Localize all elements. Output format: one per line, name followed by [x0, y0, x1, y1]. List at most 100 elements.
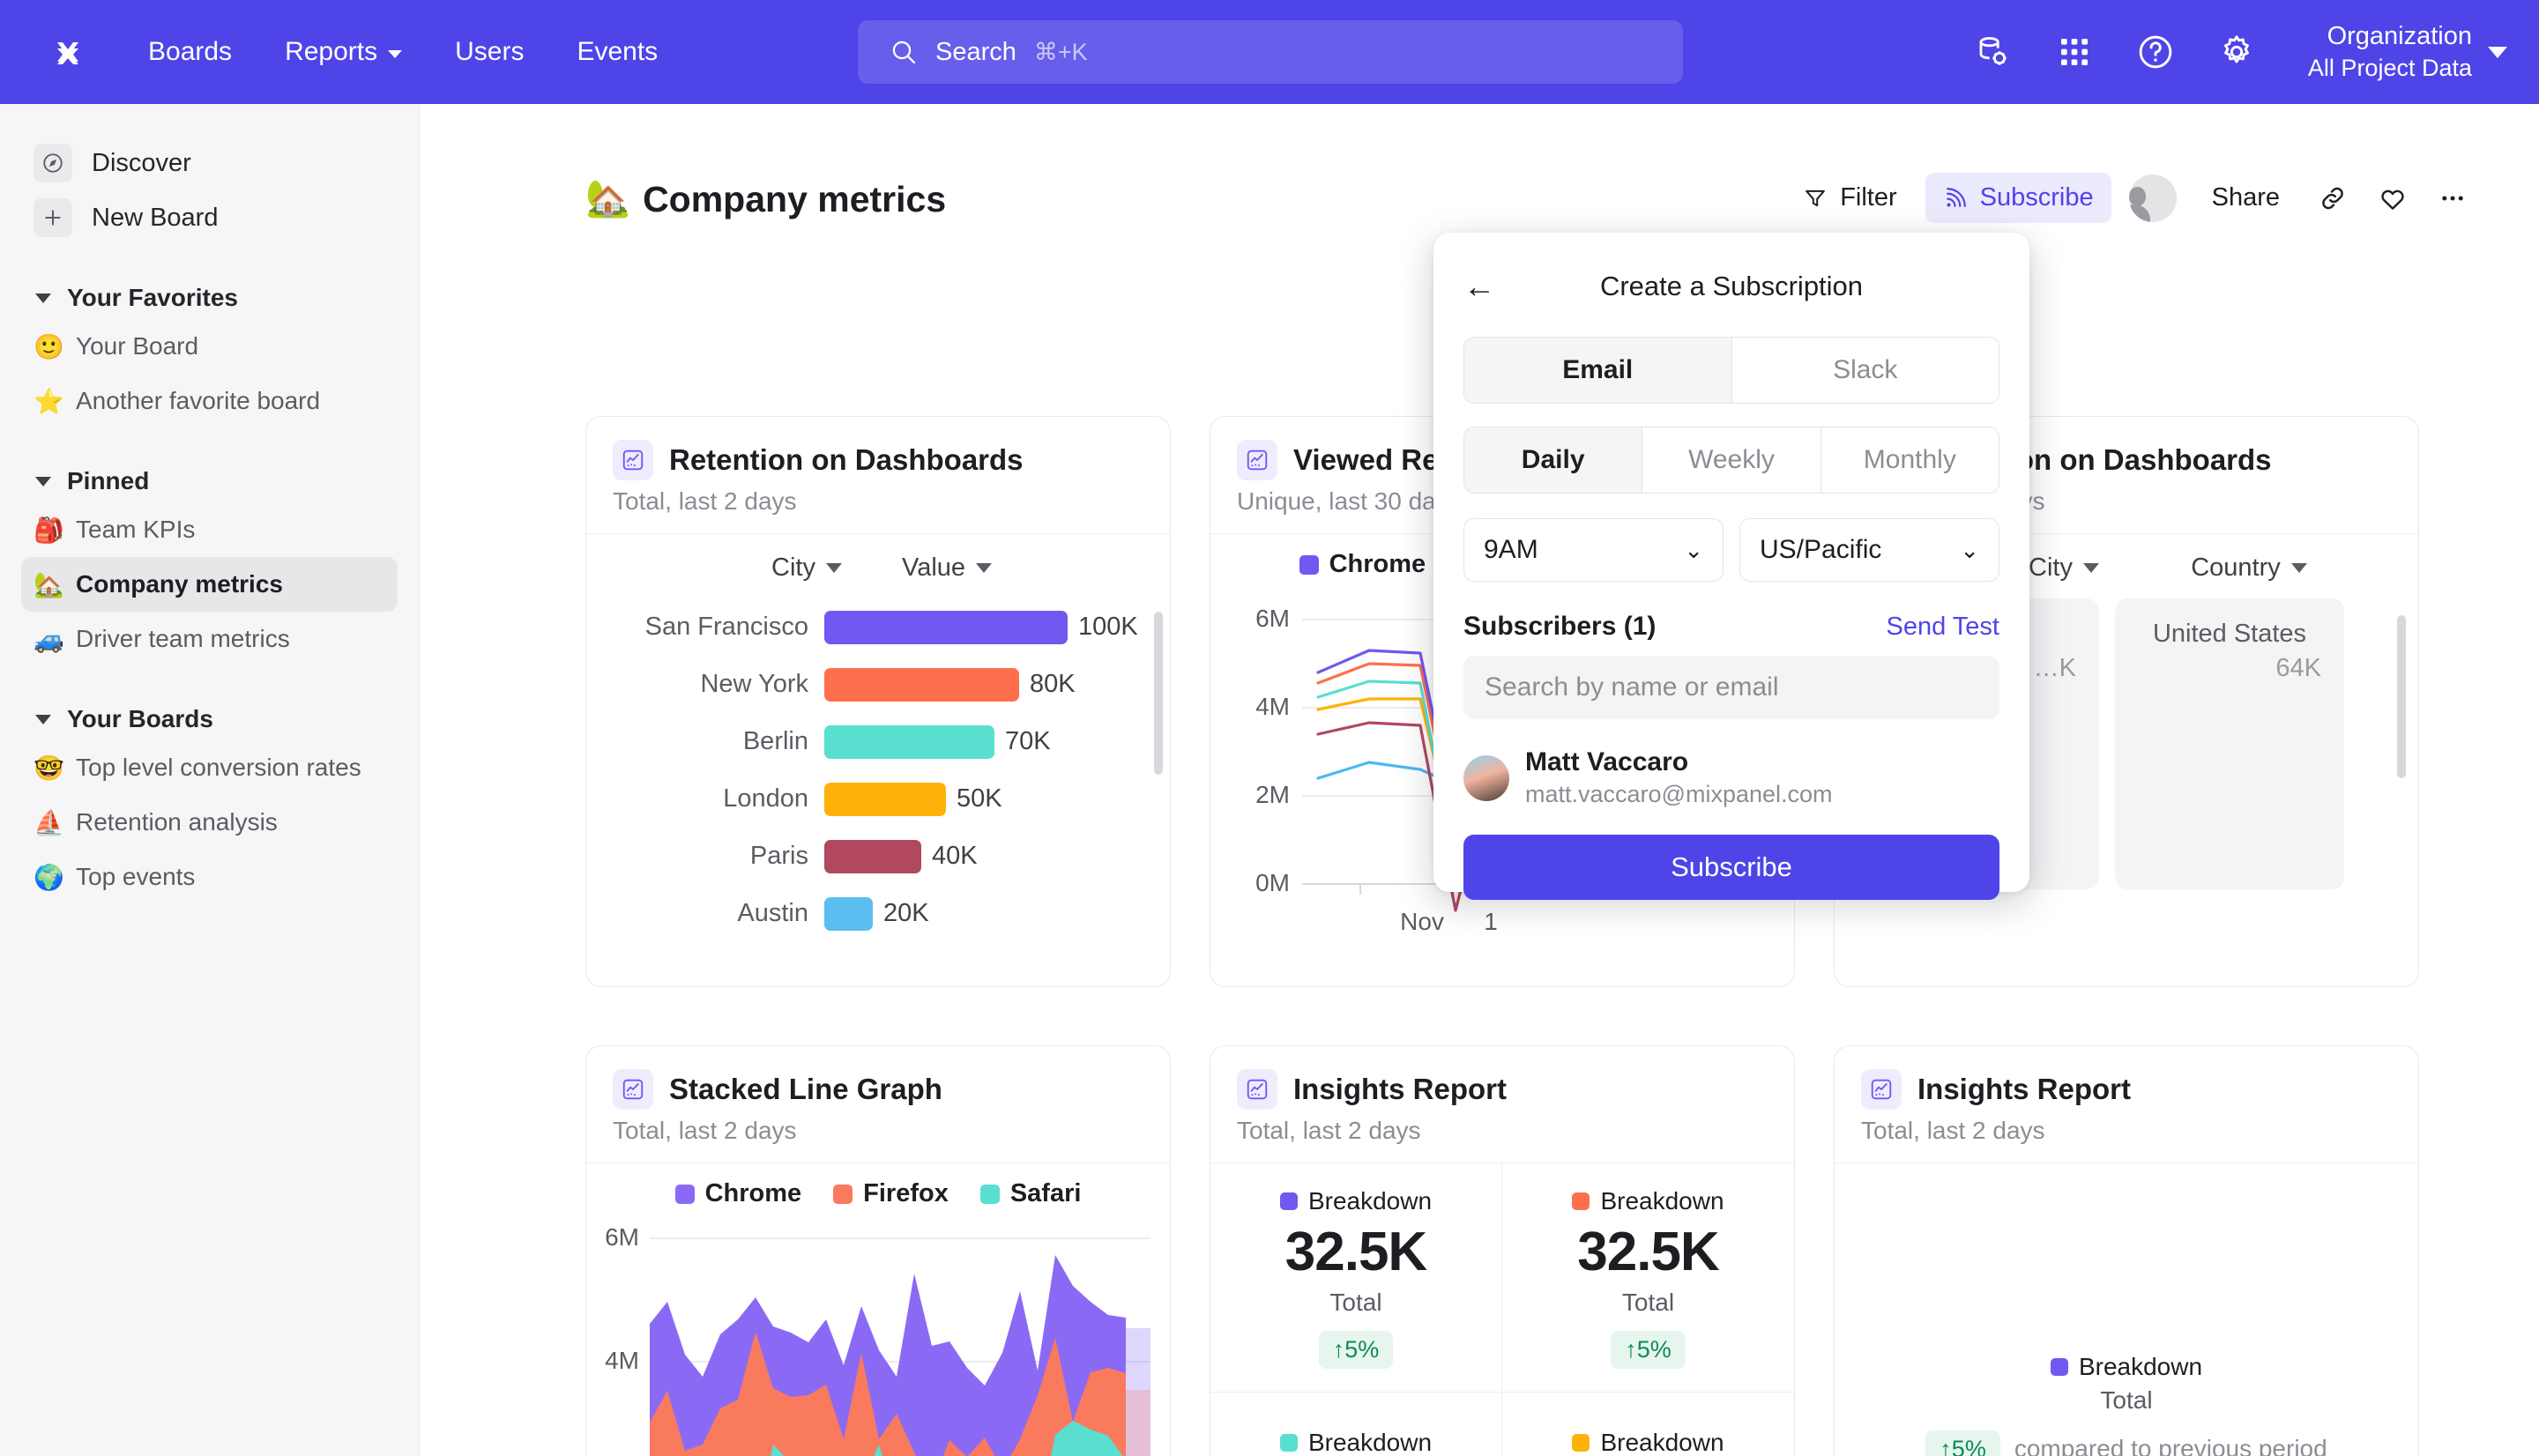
subscribe-submit-button[interactable]: Subscribe: [1463, 835, 1999, 900]
card-retention-on-dashboards-bars[interactable]: Retention on Dashboards Total, last 2 da…: [585, 416, 1171, 987]
time-select[interactable]: 9AM ⌄: [1463, 518, 1724, 582]
tab-slack[interactable]: Slack: [1732, 338, 1999, 403]
y-tick-2m: 2M: [1255, 781, 1290, 808]
help-circle-icon[interactable]: [2133, 30, 2178, 74]
vertical-scrollbar[interactable]: [1154, 612, 1163, 775]
sidebar-item-top-level-conversion-rates[interactable]: 🤓 Top level conversion rates: [21, 740, 398, 795]
nav-link-users[interactable]: Users: [455, 37, 524, 67]
share-label: Share: [2212, 183, 2280, 212]
metric-label: Breakdown: [2079, 1353, 2202, 1381]
sidebar-item-team-kpis[interactable]: 🎒 Team KPIs: [21, 502, 398, 557]
more-horizontal-icon[interactable]: [2428, 174, 2477, 223]
table-row[interactable]: Berlin 70K: [586, 713, 1170, 770]
timezone-select[interactable]: US/Pacific ⌄: [1739, 518, 1999, 582]
sidebar-item-your-board[interactable]: 🙂 Your Board: [21, 319, 398, 374]
column-header-city[interactable]: City: [586, 553, 842, 583]
table-row[interactable]: San Francisco 100K: [586, 598, 1170, 656]
subscriber-list-item[interactable]: Matt Vaccaro matt.vaccaro@mixpanel.com: [1463, 747, 1999, 808]
metric-label-row: Breakdown: [1572, 1429, 1724, 1456]
country-name: United States: [2153, 620, 2306, 649]
x-tick-1: 1: [1484, 908, 1498, 935]
card-insights-report-quad[interactable]: Insights Report Total, last 2 days Break…: [1210, 1045, 1795, 1456]
table-row[interactable]: Barcelona 10K: [586, 942, 1170, 954]
avatar[interactable]: [2129, 175, 2177, 222]
organization-switcher[interactable]: Organization All Project Data: [2308, 20, 2507, 84]
card-title: Stacked Line Graph: [669, 1073, 942, 1106]
sidebar-item-label: Company metrics: [76, 570, 283, 598]
bar-category-label: London: [586, 784, 824, 813]
sidebar-item-company-metrics[interactable]: 🏡 Company metrics: [21, 557, 398, 612]
metric-cell[interactable]: Breakdown 32.5K Total: [1502, 1393, 1794, 1456]
filter-label: Filter: [1840, 183, 1896, 212]
column-label: Value: [902, 553, 965, 583]
legend-item[interactable]: Chrome: [675, 1179, 802, 1208]
stacked-area-chart: 6M 4M 2M 0M: [586, 1214, 1171, 1456]
table-row[interactable]: Austin 20K: [586, 885, 1170, 942]
timezone-select-value: US/Pacific: [1760, 535, 1881, 565]
bar-category-label: New York: [586, 670, 824, 699]
sidebar-section-your-boards[interactable]: Your Boards: [35, 705, 419, 733]
filter-button[interactable]: Filter: [1785, 173, 1914, 223]
sidebar-item-label: Top level conversion rates: [76, 754, 361, 782]
metric-label: Breakdown: [1600, 1187, 1724, 1215]
sidebar-item-retention-analysis[interactable]: ⛵ Retention analysis: [21, 795, 398, 850]
sidebar-item-new-board[interactable]: New Board: [25, 190, 394, 245]
table-row[interactable]: London 50K: [586, 770, 1170, 828]
metric-cell[interactable]: Breakdown 32.5K Total: [1210, 1393, 1502, 1456]
country-tile[interactable]: United States 64K: [2115, 598, 2344, 889]
subscribe-button[interactable]: Subscribe: [1925, 173, 2111, 223]
card-header: Insights Report Total, last 2 days: [1835, 1046, 2418, 1163]
legend-item[interactable]: Safari: [980, 1179, 1082, 1208]
gear-icon[interactable]: [2215, 30, 2259, 74]
database-gear-icon[interactable]: [1971, 30, 2015, 74]
sidebar-section-pinned[interactable]: Pinned: [35, 467, 419, 495]
metric-cell[interactable]: Breakdown 32.5K Total ↑5%: [1210, 1163, 1502, 1393]
legend-item[interactable]: Chrome: [1299, 550, 1426, 579]
link-icon[interactable]: [2308, 174, 2357, 223]
card-insights-report-single[interactable]: Insights Report Total, last 2 days Break…: [1834, 1045, 2419, 1456]
y-tick-0m: 0M: [1255, 869, 1290, 896]
sidebar-section-your-favorites[interactable]: Your Favorites: [35, 284, 419, 312]
nav-link-events[interactable]: Events: [577, 37, 658, 67]
share-button[interactable]: Share: [2194, 173, 2297, 223]
card-stacked-line-graph[interactable]: Stacked Line Graph Total, last 2 days Ch…: [585, 1045, 1171, 1456]
subscriber-search-input[interactable]: Search by name or email: [1463, 656, 1999, 719]
send-test-link[interactable]: Send Test: [1887, 613, 1999, 642]
tab-monthly[interactable]: Monthly: [1821, 427, 1999, 493]
report-chart-icon: [1861, 1069, 1902, 1110]
search-icon: [890, 38, 918, 66]
sidebar-item-label: Driver team metrics: [76, 625, 290, 653]
card-title: Retention on Dashboards: [669, 443, 1024, 477]
global-search-input[interactable]: Search ⌘+K: [858, 20, 1683, 84]
tab-daily[interactable]: Daily: [1464, 427, 1642, 493]
topnav-right-actions: Organization All Project Data: [1971, 0, 2507, 104]
sidebar-item-another-favorite-board[interactable]: ⭐ Another favorite board: [21, 374, 398, 428]
avatar: [1463, 755, 1509, 801]
apps-grid-icon[interactable]: [2052, 30, 2096, 74]
sidebar-item-top-events[interactable]: 🌍 Top events: [21, 850, 398, 904]
metric-label: Breakdown: [1308, 1429, 1432, 1456]
mixpanel-logo[interactable]: [42, 26, 93, 78]
vertical-scrollbar[interactable]: [2397, 615, 2406, 778]
sidebar-section-label: Your Favorites: [67, 284, 238, 312]
sidebar-item-driver-team-metrics[interactable]: 🚙 Driver team metrics: [21, 612, 398, 666]
tab-email[interactable]: Email: [1464, 338, 1732, 403]
nav-link-reports[interactable]: Reports: [285, 37, 402, 67]
heart-icon[interactable]: [2368, 174, 2417, 223]
nav-link-boards[interactable]: Boards: [148, 37, 232, 67]
column-header-value[interactable]: Value: [902, 553, 992, 583]
table-row[interactable]: New York 80K: [586, 656, 1170, 713]
tab-weekly[interactable]: Weekly: [1642, 427, 1820, 493]
sidebar-item-discover[interactable]: Discover: [25, 136, 394, 190]
table-row[interactable]: Paris 40K: [586, 828, 1170, 885]
sidebar-item-label: New Board: [92, 204, 218, 233]
sidebar-section-label: Your Boards: [67, 705, 213, 733]
metric-cell[interactable]: Breakdown 32.5K Total ↑5%: [1502, 1163, 1794, 1393]
legend-item[interactable]: Firefox: [833, 1179, 949, 1208]
bar: [824, 611, 1068, 644]
metric-cell[interactable]: Breakdown Total ↑5% compared to previous…: [1835, 1163, 2418, 1456]
column-header-country[interactable]: Country: [2117, 553, 2381, 583]
report-chart-icon: [1237, 440, 1277, 480]
bar-value-label: 20K: [883, 899, 929, 928]
legend-label: Safari: [1010, 1179, 1082, 1208]
